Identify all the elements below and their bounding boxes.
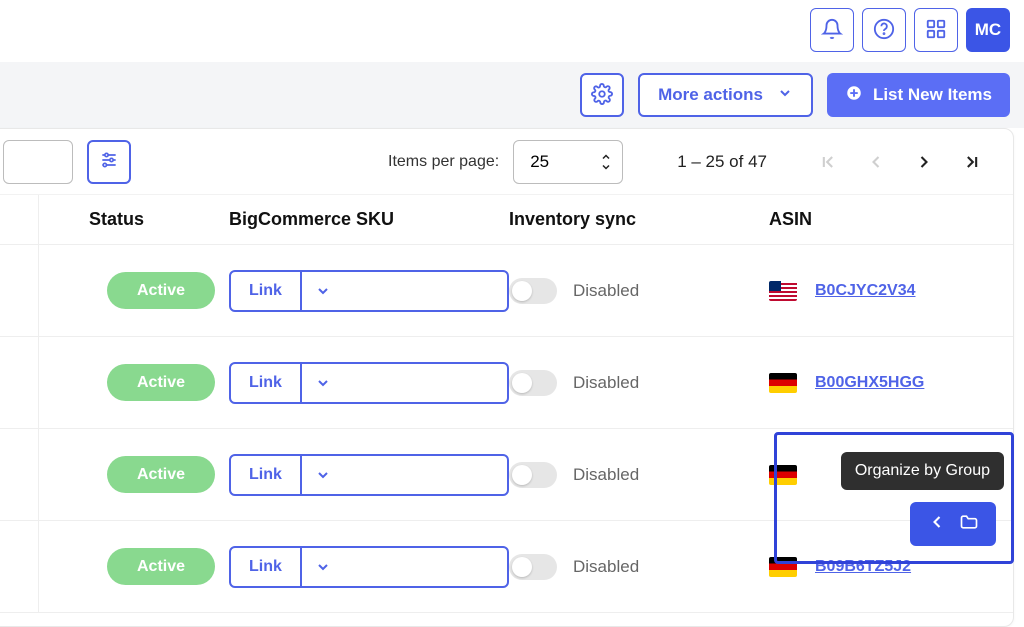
link-sku-button[interactable]: Link: [229, 270, 509, 312]
stepper-icon: [600, 152, 612, 172]
link-sku-dropdown[interactable]: [302, 548, 344, 586]
settings-button[interactable]: [580, 73, 624, 117]
status-badge: Active: [107, 272, 215, 309]
inventory-sync-toggle[interactable]: [509, 462, 557, 488]
link-sku-button[interactable]: Link: [229, 546, 509, 588]
inventory-sync-label: Disabled: [573, 281, 639, 301]
first-page-button[interactable]: [811, 145, 845, 179]
column-header-sku[interactable]: BigCommerce SKU: [229, 209, 509, 230]
row-selector-column: [0, 195, 39, 244]
inventory-sync-toggle[interactable]: [509, 278, 557, 304]
link-sku-button[interactable]: Link: [229, 454, 509, 496]
chevron-left-icon: [927, 512, 947, 537]
inventory-sync-label: Disabled: [573, 465, 639, 485]
status-badge: Active: [107, 364, 215, 401]
notifications-button[interactable]: [810, 8, 854, 52]
items-per-page-label: Items per page:: [388, 153, 499, 171]
table-body: Active Link Disabled B0CJYC2V34 A: [0, 245, 1013, 613]
gear-icon: [591, 83, 613, 108]
chevron-down-icon: [777, 85, 793, 106]
link-sku-dropdown[interactable]: [302, 456, 344, 494]
table-row: Active Link Disabled B0CJYC2V34: [0, 245, 1013, 337]
status-badge: Active: [107, 456, 215, 493]
link-sku-label: Link: [231, 272, 302, 310]
country-flag-icon: [769, 373, 797, 393]
link-sku-button[interactable]: Link: [229, 362, 509, 404]
inventory-sync-label: Disabled: [573, 557, 639, 577]
asin-link[interactable]: B00GHX5HGG: [815, 374, 924, 392]
action-bar: More actions List New Items: [0, 62, 1024, 128]
user-avatar[interactable]: MC: [966, 8, 1010, 52]
bell-icon: [821, 18, 843, 43]
asin-link[interactable]: B09B6TZ5J2: [815, 558, 911, 576]
pager-row: Items per page: 25 1 – 25 of 47: [0, 129, 1013, 195]
more-actions-button[interactable]: More actions: [638, 73, 813, 117]
status-badge: Active: [107, 548, 215, 585]
country-flag-icon: [769, 557, 797, 577]
apps-button[interactable]: [914, 8, 958, 52]
folder-icon: [959, 512, 979, 537]
organize-by-group-tooltip: Organize by Group: [841, 452, 1004, 490]
inventory-sync-toggle[interactable]: [509, 554, 557, 580]
items-per-page-select[interactable]: 25: [513, 140, 623, 184]
table-row: Active Link Disabled B09B6TZ5J2: [0, 521, 1013, 613]
row-selector[interactable]: [0, 337, 39, 428]
link-sku-dropdown[interactable]: [302, 272, 344, 310]
link-sku-dropdown[interactable]: [302, 364, 344, 402]
column-header-inventory[interactable]: Inventory sync: [509, 209, 769, 230]
sliders-icon: [99, 150, 119, 173]
table-header: Status BigCommerce SKU Inventory sync AS…: [0, 195, 1013, 245]
apps-icon: [925, 18, 947, 43]
top-header: MC: [810, 8, 1010, 52]
last-page-button[interactable]: [955, 145, 989, 179]
link-sku-label: Link: [231, 548, 302, 586]
search-input[interactable]: [3, 140, 73, 184]
more-actions-label: More actions: [658, 85, 763, 105]
row-selector[interactable]: [0, 245, 39, 336]
prev-page-button[interactable]: [859, 145, 893, 179]
column-header-asin[interactable]: ASIN: [769, 209, 1013, 230]
plus-circle-icon: [845, 84, 863, 107]
link-sku-label: Link: [231, 456, 302, 494]
inventory-sync-toggle[interactable]: [509, 370, 557, 396]
table-container: Items per page: 25 1 – 25 of 47 Status B…: [0, 128, 1014, 627]
table-row: Active Link Disabled B00GHX5HGG: [0, 337, 1013, 429]
country-flag-icon: [769, 281, 797, 301]
row-selector[interactable]: [0, 521, 39, 612]
help-icon: [873, 18, 895, 43]
row-selector[interactable]: [0, 429, 39, 520]
list-new-items-button[interactable]: List New Items: [827, 73, 1010, 117]
page-range-text: 1 – 25 of 47: [677, 152, 767, 172]
list-new-items-label: List New Items: [873, 85, 992, 105]
next-page-button[interactable]: [907, 145, 941, 179]
organize-by-group-button[interactable]: [910, 502, 996, 546]
country-flag-icon: [769, 465, 797, 485]
help-button[interactable]: [862, 8, 906, 52]
filter-button[interactable]: [87, 140, 131, 184]
inventory-sync-label: Disabled: [573, 373, 639, 393]
column-header-status[interactable]: Status: [39, 209, 229, 230]
asin-link[interactable]: B0CJYC2V34: [815, 282, 916, 300]
items-per-page-value: 25: [530, 152, 549, 172]
link-sku-label: Link: [231, 364, 302, 402]
